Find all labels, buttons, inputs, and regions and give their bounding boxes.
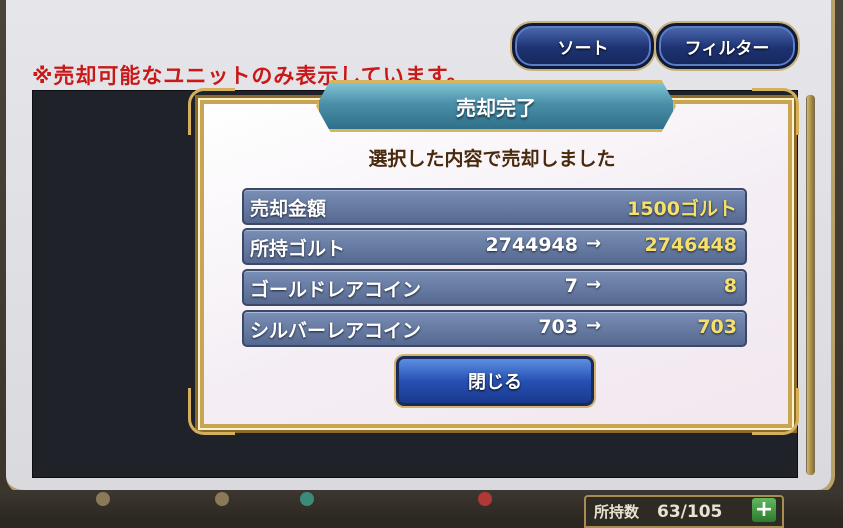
row-before-value: 7: [564, 275, 578, 297]
decoration-icon: [96, 492, 110, 506]
decoration-icon: [300, 492, 314, 506]
filter-button[interactable]: フィルター: [656, 23, 798, 69]
row-label: 所持ゴルト: [250, 238, 346, 260]
row-value: 1500ゴルト: [627, 198, 737, 220]
result-row: 所持ゴルト 2744948 → 2746448: [242, 228, 747, 265]
dialog-message: 選択した内容で売却しました: [368, 148, 616, 170]
row-label: 売却金額: [250, 198, 327, 220]
plus-icon[interactable]: +: [752, 498, 776, 522]
row-before-value: 703: [538, 316, 578, 338]
dialog-title: 売却完了: [456, 95, 536, 120]
ornament-corner-icon: [188, 88, 235, 135]
row-before-value: 2744948: [485, 234, 578, 256]
dialog-title-banner: 売却完了: [316, 80, 676, 132]
ornament-corner-icon: [752, 88, 799, 135]
result-row: 売却金額 1500ゴルト: [242, 188, 747, 225]
unit-count-label: 所持数: [594, 503, 640, 521]
result-row: ゴールドレアコイン 7 → 8: [242, 269, 747, 306]
close-button[interactable]: 閉じる: [396, 356, 594, 406]
row-label: ゴールドレアコイン: [250, 279, 422, 301]
decoration-icon: [215, 492, 229, 506]
row-after-value: 2746448: [644, 234, 737, 256]
arrow-right-icon: →: [586, 315, 602, 336]
row-after-value: 8: [723, 275, 737, 297]
arrow-right-icon: →: [586, 233, 602, 254]
row-after-value: 703: [697, 316, 737, 338]
ornament-corner-icon: [752, 388, 799, 435]
decoration-icon: [478, 492, 492, 506]
row-label: シルバーレアコイン: [250, 320, 422, 342]
scrollbar-thumb[interactable]: [807, 95, 814, 475]
unit-count-value: 63/105: [657, 501, 723, 522]
sort-button[interactable]: ソート: [512, 23, 654, 69]
result-row: シルバーレアコイン 703 → 703: [242, 310, 747, 347]
arrow-right-icon: →: [586, 274, 602, 295]
ornament-corner-icon: [188, 388, 235, 435]
